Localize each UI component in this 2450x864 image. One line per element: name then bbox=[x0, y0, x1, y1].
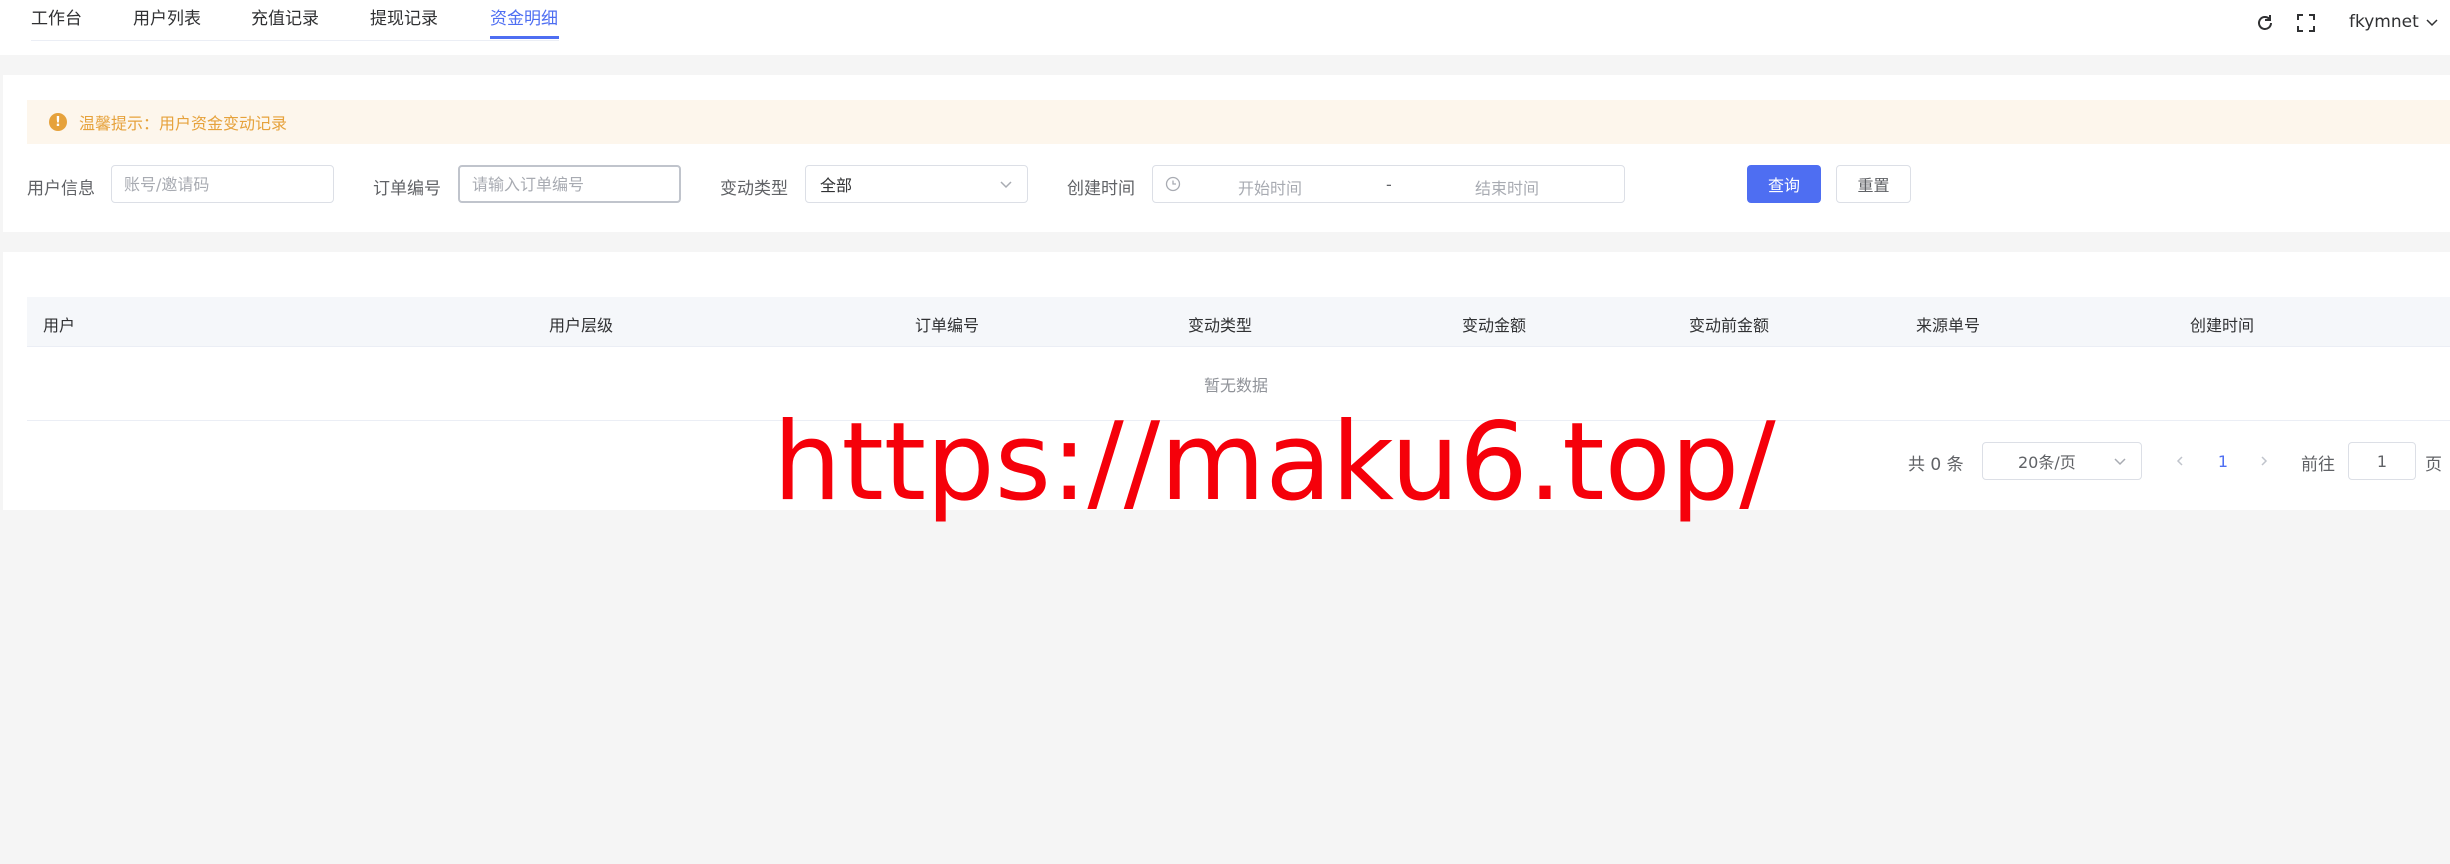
table-panel: 用户 用户层级 订单编号 变动类型 变动金额 变动前金额 来源单号 创建时间 暂… bbox=[3, 252, 2450, 510]
tab-fund-details[interactable]: 资金明细 bbox=[490, 4, 558, 29]
page-number-current[interactable]: 1 bbox=[2211, 448, 2235, 474]
pagination-total: 共 0 条 bbox=[1908, 455, 1964, 475]
table-header: 用户 用户层级 订单编号 变动类型 变动金额 变动前金额 来源单号 创建时间 bbox=[27, 297, 2450, 347]
tip-alert: ! 温馨提示：用户资金变动记录 bbox=[27, 100, 2450, 144]
date-range-picker[interactable]: 开始时间 - 结束时间 bbox=[1152, 165, 1625, 203]
tab-workbench[interactable]: 工作台 bbox=[31, 4, 82, 29]
page-suffix-label: 页 bbox=[2425, 455, 2442, 475]
alert-text: 温馨提示：用户资金变动记录 bbox=[79, 114, 288, 133]
column-header-amount-before: 变动前金额 bbox=[1689, 316, 1770, 335]
page-size-select[interactable]: 20条/页 bbox=[1982, 442, 2142, 480]
column-header-create-time: 创建时间 bbox=[2190, 316, 2255, 335]
goto-label: 前往 bbox=[2301, 455, 2335, 475]
column-header-user-level: 用户层级 bbox=[549, 316, 614, 335]
column-header-change-type: 变动类型 bbox=[1188, 316, 1253, 335]
change-type-select[interactable]: 全部 bbox=[805, 165, 1028, 203]
create-time-label: 创建时间 bbox=[1067, 179, 1135, 199]
empty-text: 暂无数据 bbox=[1204, 376, 1269, 395]
refresh-icon[interactable] bbox=[2252, 10, 2278, 36]
order-no-label: 订单编号 bbox=[373, 179, 441, 199]
tab-recharge-records[interactable]: 充值记录 bbox=[251, 4, 319, 29]
chevron-right-icon bbox=[2261, 456, 2268, 466]
search-button[interactable]: 查询 bbox=[1747, 165, 1821, 203]
user-info-label: 用户信息 bbox=[27, 179, 95, 199]
chevron-down-icon bbox=[1000, 181, 1012, 189]
empty-row: 暂无数据 bbox=[27, 347, 2450, 421]
column-header-change-amount: 变动金额 bbox=[1462, 316, 1527, 335]
prev-page-button[interactable] bbox=[2168, 448, 2192, 474]
chevron-left-icon bbox=[2176, 456, 2183, 466]
change-type-value: 全部 bbox=[820, 176, 853, 195]
date-separator: - bbox=[1386, 175, 1392, 194]
search-panel: ! 温馨提示：用户资金变动记录 用户信息 订单编号 变动类型 全部 创建时间 开… bbox=[3, 75, 2450, 232]
chevron-down-icon bbox=[2114, 458, 2126, 466]
chevron-down-icon bbox=[2426, 19, 2438, 27]
order-no-input[interactable] bbox=[458, 165, 681, 203]
change-type-label: 变动类型 bbox=[720, 179, 788, 199]
warning-icon: ! bbox=[49, 113, 67, 131]
column-header-source-no: 来源单号 bbox=[1916, 316, 1981, 335]
reset-button[interactable]: 重置 bbox=[1836, 165, 1911, 203]
tab-withdraw-records[interactable]: 提现记录 bbox=[370, 4, 438, 29]
fullscreen-icon[interactable] bbox=[2293, 10, 2319, 36]
end-time-placeholder[interactable]: 结束时间 bbox=[1475, 175, 1539, 199]
tab-user-list[interactable]: 用户列表 bbox=[133, 4, 201, 29]
user-info-input[interactable] bbox=[111, 165, 334, 203]
username: fkymnet bbox=[2349, 12, 2419, 32]
next-page-button[interactable] bbox=[2252, 448, 2276, 474]
nav-tabs: 工作台 用户列表 充值记录 提现记录 资金明细 bbox=[31, 0, 559, 41]
page-size-value: 20条/页 bbox=[2018, 453, 2076, 472]
active-tab-indicator bbox=[490, 36, 559, 39]
top-bar: 工作台 用户列表 充值记录 提现记录 资金明细 fkymnet bbox=[0, 0, 2450, 55]
goto-page-input[interactable] bbox=[2348, 442, 2416, 480]
user-menu[interactable]: fkymnet bbox=[2349, 12, 2439, 32]
column-header-order-no: 订单编号 bbox=[915, 316, 980, 335]
clock-icon bbox=[1165, 176, 1181, 192]
column-header-user: 用户 bbox=[43, 316, 76, 335]
start-time-placeholder[interactable]: 开始时间 bbox=[1238, 175, 1302, 199]
